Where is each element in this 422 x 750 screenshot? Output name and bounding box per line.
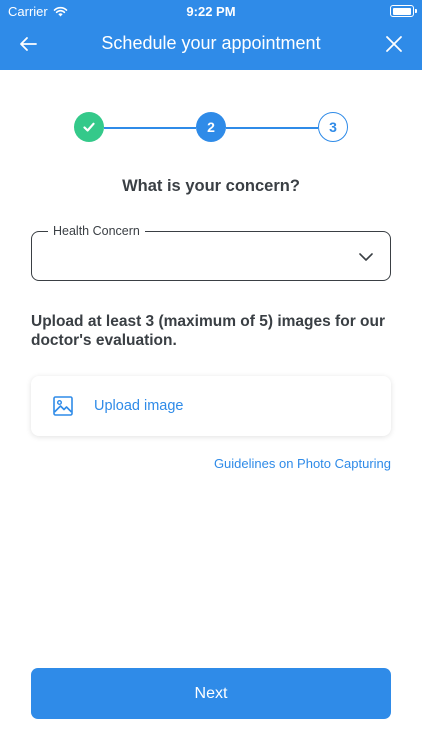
close-icon bbox=[386, 36, 402, 52]
upload-image-label: Upload image bbox=[94, 398, 184, 414]
checkmark-icon bbox=[83, 122, 95, 132]
step-1-completed bbox=[74, 112, 104, 142]
step-connector bbox=[104, 127, 196, 129]
step-2-current: 2 bbox=[196, 112, 226, 142]
page-title: Schedule your appointment bbox=[101, 33, 321, 53]
status-bar: Carrier 9:22 PM bbox=[0, 0, 422, 22]
health-concern-dropdown[interactable]: Health Concern bbox=[31, 224, 391, 281]
app-header: Carrier 9:22 PM Schedule your appointmen… bbox=[0, 0, 422, 70]
close-button[interactable] bbox=[380, 30, 408, 58]
photo-guidelines-link[interactable]: Guidelines on Photo Capturing bbox=[214, 456, 391, 471]
upload-instructions: Upload at least 3 (maximum of 5) images … bbox=[31, 313, 385, 349]
question-heading: What is your concern? bbox=[122, 177, 300, 195]
step-3-upcoming: 3 bbox=[318, 112, 348, 142]
progress-stepper: 2 3 bbox=[0, 110, 422, 146]
health-concern-label: Health Concern bbox=[48, 224, 145, 238]
chevron-down-icon bbox=[359, 253, 373, 261]
battery-fill bbox=[392, 7, 411, 15]
upload-image-button[interactable]: Upload image bbox=[31, 376, 391, 436]
next-button[interactable]: Next bbox=[31, 668, 391, 719]
image-icon bbox=[53, 396, 73, 416]
battery-icon bbox=[390, 5, 417, 17]
step-connector bbox=[226, 127, 318, 129]
status-time: 9:22 PM bbox=[186, 4, 236, 19]
